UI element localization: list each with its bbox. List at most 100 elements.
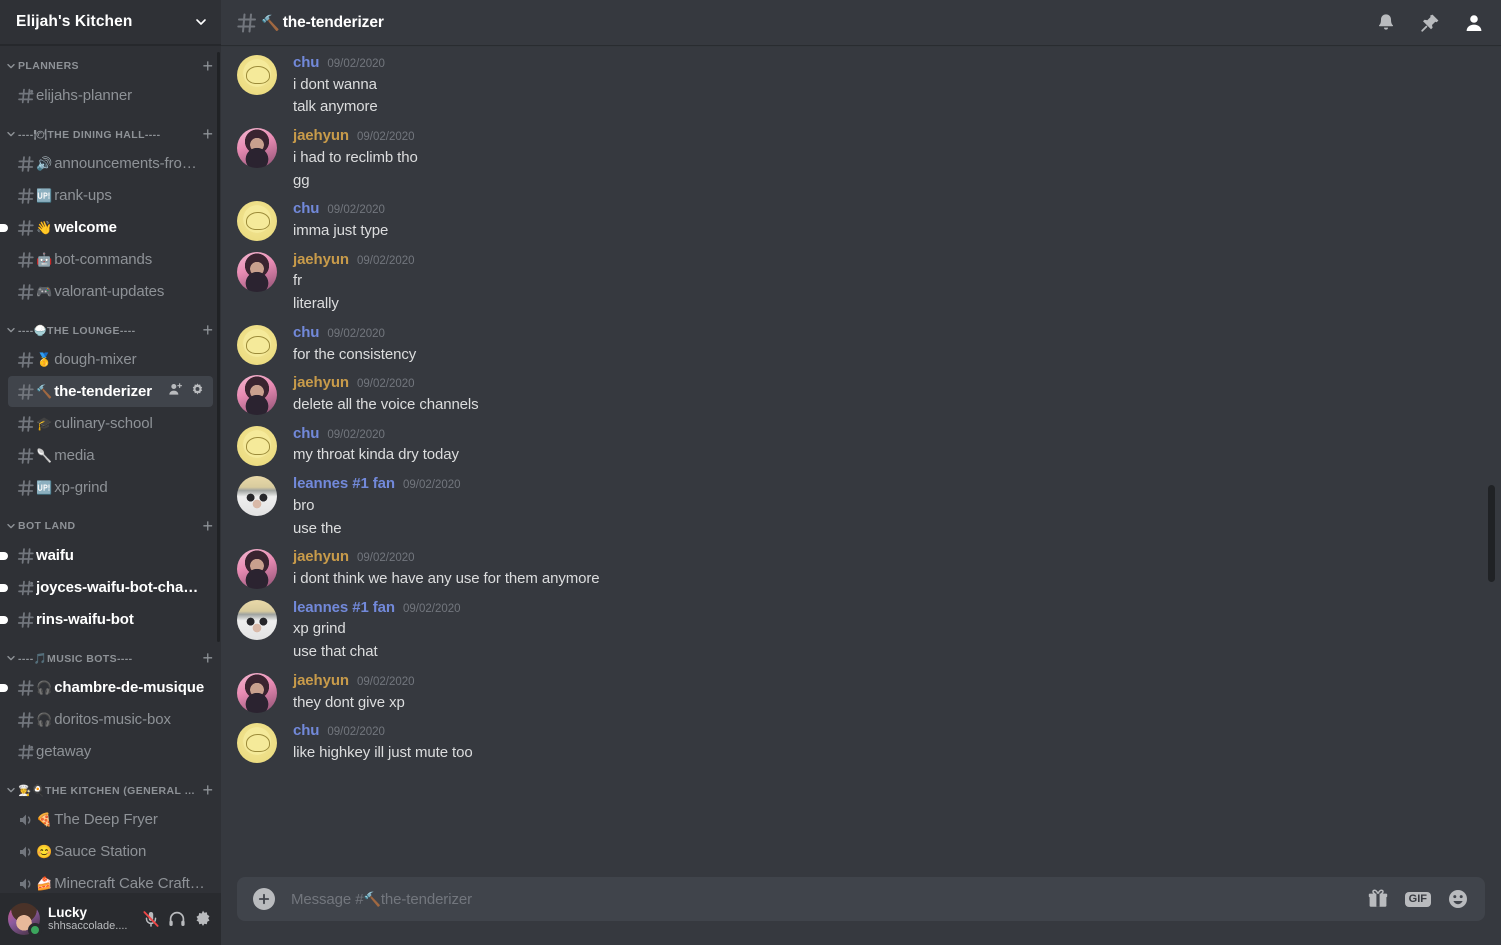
category-name: BOT LAND — [18, 520, 76, 532]
message-author[interactable]: jaehyun — [293, 251, 349, 270]
sidebar-channel-chambre-de-musique[interactable]: 🎧 chambre-de-musique — [0, 672, 213, 703]
sidebar-channel-dough-mixer[interactable]: 🥇 dough-mixer — [8, 344, 213, 375]
message-author[interactable]: leannes #1 fan — [293, 475, 395, 494]
settings-gear-icon[interactable] — [193, 909, 213, 929]
sidebar-channel-rins-waifu-bot[interactable]: rins-waifu-bot — [0, 604, 213, 635]
category-name: ----🍚THE LOUNGE---- — [18, 324, 136, 337]
message-author[interactable]: jaehyun — [293, 672, 349, 691]
sidebar-channel-the-deep-fryer[interactable]: 🍕 The Deep Fryer — [8, 804, 213, 835]
message-author[interactable]: chu — [293, 425, 319, 444]
sidebar-channel-getaway[interactable]: getaway — [8, 736, 213, 767]
avatar[interactable] — [237, 375, 277, 416]
channel-name: chambre-de-musique — [54, 679, 205, 696]
sidebar-scrollbar[interactable] — [217, 52, 220, 642]
message-scrollbar[interactable] — [1488, 485, 1495, 582]
sidebar-channel-doritos-music-box[interactable]: 🎧 doritos-music-box — [8, 704, 213, 735]
message-author[interactable]: jaehyun — [293, 127, 349, 146]
message-body: chu 09/02/2020 imma just type — [293, 200, 1485, 241]
hash-icon — [16, 678, 36, 698]
sidebar-channel-xp-grind[interactable]: 🆙 xp-grind — [8, 472, 213, 503]
category-header[interactable]: PLANNERS + — [0, 53, 221, 79]
add-channel-button[interactable]: + — [196, 781, 213, 799]
message-header: jaehyun 09/02/2020 — [293, 127, 1485, 146]
avatar[interactable] — [237, 549, 277, 590]
avatar[interactable] — [237, 324, 277, 365]
sidebar-channel-elijahs-planner[interactable]: elijahs-planner — [8, 80, 213, 111]
notification-bell-icon[interactable] — [1375, 12, 1397, 34]
channel-list[interactable]: PLANNERS + elijahs-planner ----🍽THE DINING … — [0, 45, 221, 893]
message-author[interactable]: jaehyun — [293, 374, 349, 393]
avatar[interactable] — [237, 128, 277, 169]
member-list-icon[interactable] — [1463, 12, 1485, 34]
add-attachment-icon[interactable] — [253, 888, 275, 910]
message: jaehyun 09/02/2020 i had to reclimb tho gg — [221, 118, 1501, 191]
category-header[interactable]: ----🍚THE LOUNGE---- + — [0, 317, 221, 343]
sidebar-channel-bot-commands[interactable]: 🤖 bot-commands — [8, 244, 213, 275]
message-text: i dont think we have any use for them an… — [293, 570, 600, 587]
channel-name: xp-grind — [54, 479, 108, 496]
message-composer[interactable]: Message #🔨the-tenderizer GIF — [237, 877, 1485, 921]
message-author[interactable]: chu — [293, 200, 319, 219]
message: jaehyun 09/02/2020 delete all the voice ch… — [221, 365, 1501, 416]
headphones-icon[interactable] — [167, 909, 187, 929]
message-author[interactable]: chu — [293, 722, 319, 741]
category-header[interactable]: 👩‍🍳🍳THE KITCHEN (GENERAL VC) + — [0, 777, 221, 803]
message-timestamp: 09/02/2020 — [327, 204, 385, 217]
sidebar-channel-minecraft-cake-crafti[interactable]: 🍰 Minecraft Cake Crafti... — [8, 868, 213, 893]
avatar[interactable] — [237, 723, 277, 764]
avatar[interactable] — [237, 476, 277, 517]
sidebar-channel-joyces-waifu-bot-channel[interactable]: joyces-waifu-bot-channel — [0, 572, 213, 603]
add-channel-button[interactable]: + — [196, 321, 213, 339]
avatar[interactable] — [237, 251, 277, 292]
category-header[interactable]: ----🍽THE DINING HALL---- + — [0, 121, 221, 147]
message-timestamp: 09/02/2020 — [327, 58, 385, 70]
channel-emoji: 🆙 — [36, 188, 53, 203]
microphone-muted-icon[interactable] — [141, 909, 161, 929]
sidebar-channel-waifu[interactable]: waifu — [0, 540, 213, 571]
hash-icon — [235, 11, 261, 35]
sidebar-channel-media[interactable]: 🥄 media — [8, 440, 213, 471]
hash-icon — [16, 546, 36, 566]
sidebar-channel-sauce-station[interactable]: 😊 Sauce Station — [8, 836, 213, 867]
add-channel-button[interactable]: + — [196, 125, 213, 143]
avatar[interactable] — [8, 903, 42, 937]
sidebar-channel-rank-ups[interactable]: 🆙 rank-ups — [8, 180, 213, 211]
add-channel-button[interactable]: + — [196, 57, 213, 75]
pinned-messages-icon[interactable] — [1419, 12, 1441, 34]
gift-icon[interactable] — [1367, 888, 1389, 910]
message-author[interactable]: jaehyun — [293, 548, 349, 567]
message-author[interactable]: chu — [293, 324, 319, 343]
server-name: Elijah's Kitchen — [16, 13, 133, 30]
sidebar-channel-culinary-school[interactable]: 🎓 culinary-school — [8, 408, 213, 439]
sidebar-channel-the-tenderizer[interactable]: 🔨 the-tenderizer — [8, 376, 213, 407]
category-header[interactable]: ----🎵MUSIC BOTS---- + — [0, 645, 221, 671]
avatar[interactable] — [237, 599, 277, 640]
message-text: fr — [293, 272, 302, 290]
avatar[interactable] — [237, 55, 277, 95]
sidebar-channel-announcements-from[interactable]: 🔊 announcements-from... — [8, 148, 213, 179]
add-channel-button[interactable]: + — [196, 649, 213, 667]
message-list[interactable]: chu 09/02/2020 i dont wanna talk anymore jae… — [221, 45, 1501, 877]
message-author[interactable]: leannes #1 fan — [293, 599, 395, 618]
category-header[interactable]: BOT LAND + — [0, 513, 221, 539]
gif-icon[interactable]: GIF — [1404, 891, 1431, 907]
sidebar-channel-valorant-updates[interactable]: 🎮 valorant-updates — [8, 276, 213, 307]
message-input[interactable]: Message #🔨the-tenderizer — [291, 891, 1367, 908]
channel-name: joyces-waifu-bot-channel — [36, 579, 205, 596]
avatar[interactable] — [237, 672, 277, 713]
server-header-dropdown[interactable]: Elijah's Kitchen — [0, 0, 221, 45]
message-header: chu 09/02/2020 — [293, 200, 1485, 219]
channel-settings-gear-icon[interactable] — [190, 382, 205, 402]
message-timestamp: 09/02/2020 — [356, 378, 415, 391]
page-title: the-tenderizer — [282, 13, 384, 31]
avatar[interactable] — [237, 201, 277, 242]
add-member-icon[interactable] — [168, 382, 183, 402]
sidebar-channel-welcome[interactable]: 👋 welcome — [0, 212, 213, 243]
message-header: chu 09/02/2020 — [293, 54, 1485, 73]
add-channel-button[interactable]: + — [196, 517, 213, 535]
emoji-picker-icon[interactable] — [1447, 888, 1469, 910]
message-text: use that chat — [293, 643, 378, 661]
avatar[interactable] — [237, 425, 277, 466]
message-author[interactable]: chu — [293, 54, 319, 73]
category-name: ----🍽THE DINING HALL---- — [18, 128, 161, 141]
